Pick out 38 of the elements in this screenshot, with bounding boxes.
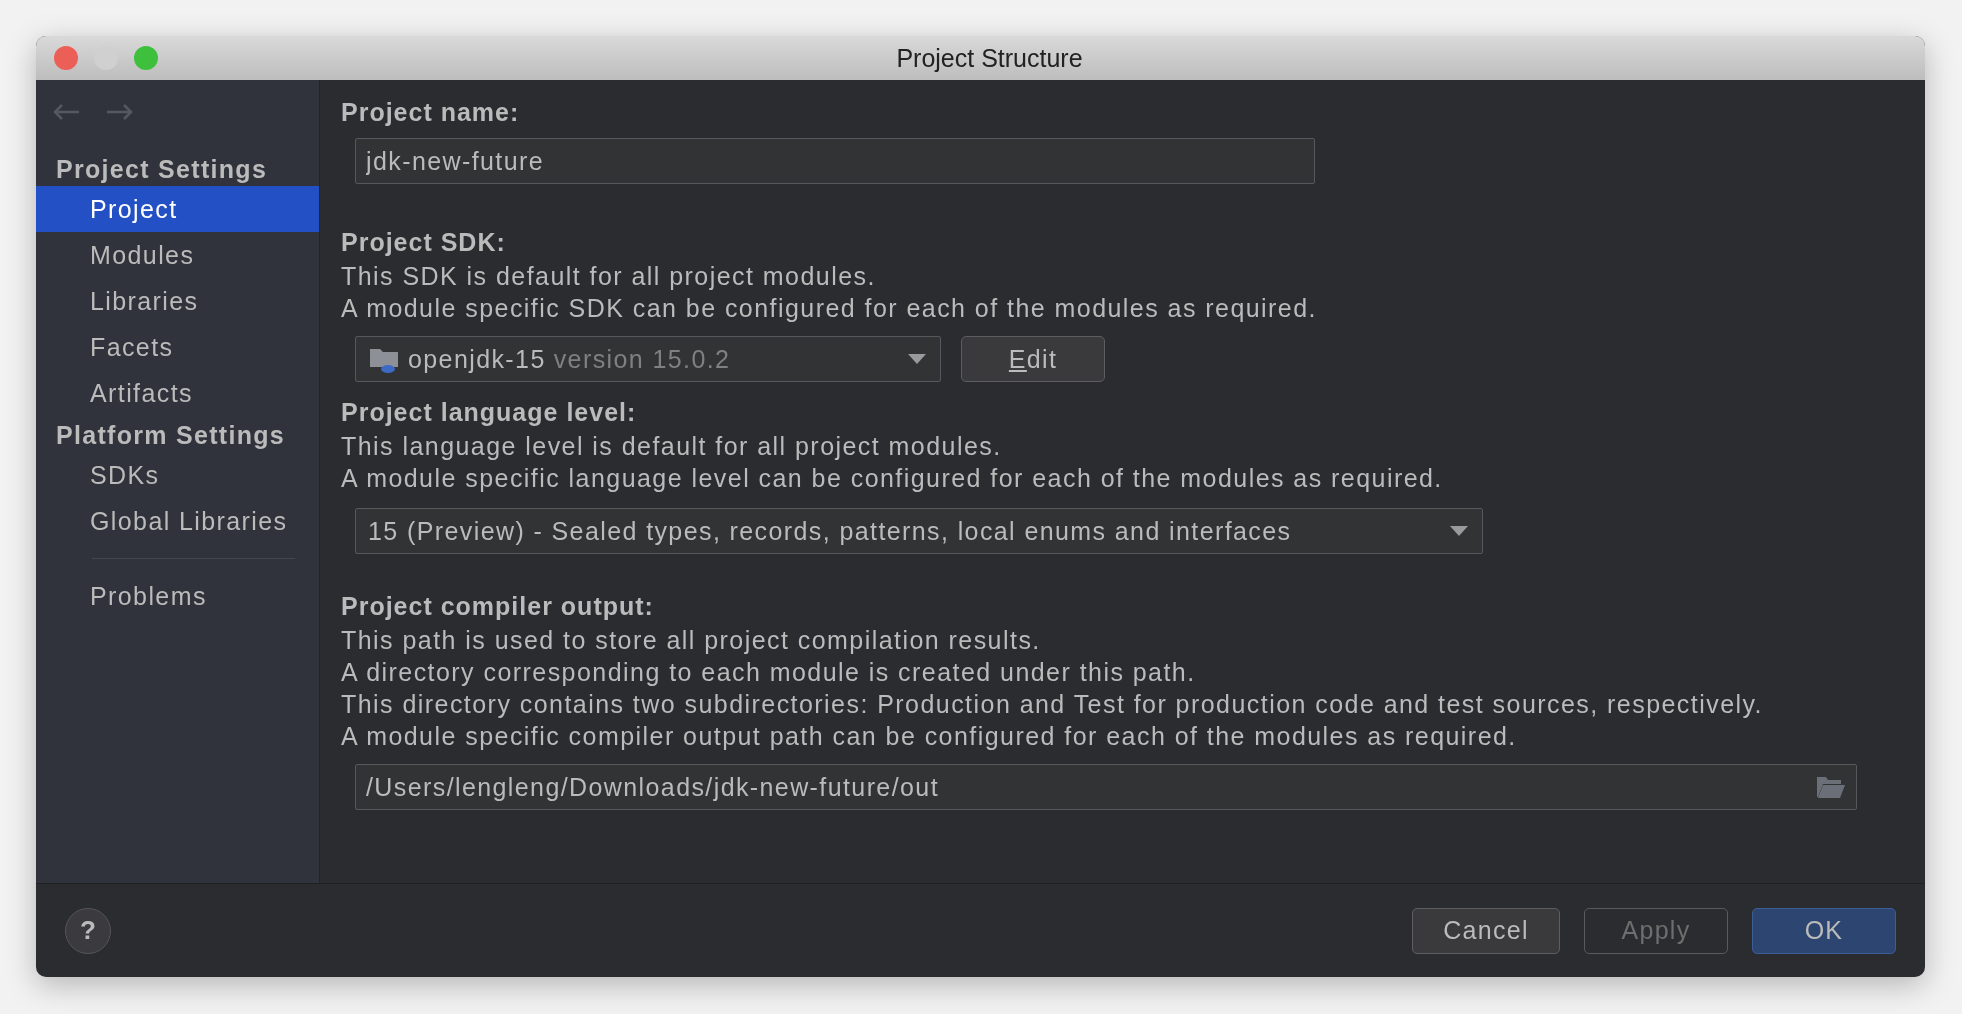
- folder-icon[interactable]: [1816, 775, 1846, 799]
- description-text: This directory contains two subdirectories: Production and Test for production code and test sources, respectively.: [341, 689, 1764, 720]
- dialog-button[interactable]: OK: [1752, 907, 1896, 954]
- description-text: This SDK is default for all project modules.: [341, 261, 877, 292]
- description-text: A module specific SDK can be configured for each of the modules as required.: [341, 293, 1318, 324]
- section-label: Project language level:: [341, 397, 638, 428]
- sidebar-item[interactable]: Facets: [36, 324, 319, 370]
- edit-button[interactable]: Edit: [961, 336, 1105, 382]
- forward-arrow-icon[interactable]: [106, 103, 134, 121]
- close-icon[interactable]: [54, 46, 78, 70]
- sidebar-header: Platform Settings: [55, 420, 287, 451]
- sidebar-item[interactable]: Libraries: [36, 278, 319, 324]
- window-title: Project Structure: [896, 43, 1083, 73]
- sidebar-item[interactable]: Project: [36, 186, 319, 232]
- description-text: A module specific language level can be configured for each of the modules as required.: [341, 463, 1444, 494]
- help-button[interactable]: ?: [65, 907, 111, 954]
- section-label: Project SDK:: [341, 227, 507, 258]
- sidebar-item[interactable]: Artifacts: [36, 370, 319, 416]
- description-text: A module specific compiler output path can be configured for each of the modules as required.: [341, 721, 1518, 752]
- sidebar-item[interactable]: Problems: [36, 573, 319, 619]
- language-level-dropdown[interactable]: 15 (Preview) - Sealed types, records, patterns, local enums and interfaces: [355, 508, 1483, 554]
- back-arrow-icon[interactable]: [52, 103, 80, 121]
- sidebar-item[interactable]: Global Libraries: [36, 498, 319, 544]
- sidebar-item[interactable]: Modules: [36, 232, 319, 278]
- dialog-button[interactable]: Cancel: [1412, 907, 1560, 954]
- description-text: This path is used to store all project compilation results.: [341, 625, 1042, 656]
- output-path-field[interactable]: /Users/lengleng/Downloads/jdk-new-future/out: [355, 764, 1857, 810]
- description-text: A directory corresponding to each module is created under this path.: [341, 657, 1197, 688]
- caret-icon: [1450, 526, 1468, 536]
- project-name-field[interactable]: jdk-new-future: [355, 138, 1315, 184]
- sdk-dropdown[interactable]: openjdk-15 version 15.0.2: [355, 336, 941, 382]
- section-label: Project name:: [341, 97, 521, 128]
- section-label: Project compiler output:: [341, 591, 655, 622]
- caret-icon: [908, 354, 926, 364]
- description-text: This language level is default for all project modules.: [341, 431, 1003, 462]
- zoom-icon[interactable]: [134, 46, 158, 70]
- sidebar-item[interactable]: SDKs: [36, 452, 319, 498]
- sidebar-header: Project Settings: [55, 154, 269, 185]
